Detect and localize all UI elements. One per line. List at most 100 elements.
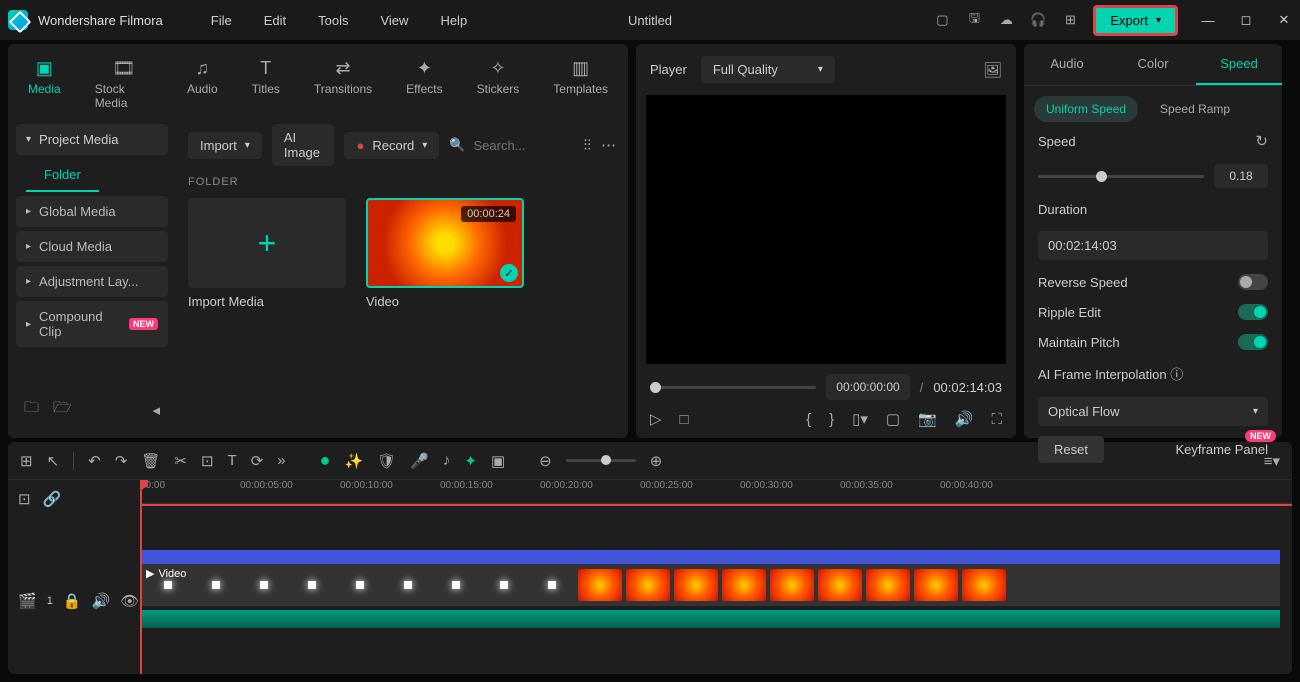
minimize-button[interactable]: — — [1200, 12, 1216, 28]
video-thumbnail[interactable]: 00:00:24 ✓ — [366, 198, 524, 288]
zoom-in-icon[interactable]: ⊕ — [650, 452, 663, 470]
cut-icon[interactable]: ✂ — [174, 452, 187, 470]
menu-help[interactable]: Help — [426, 7, 481, 34]
sidebar-adjustment-layer[interactable]: ▸Adjustment Lay... — [16, 266, 168, 297]
sidebar-project-media[interactable]: ▾Project Media — [16, 124, 168, 155]
display-icon[interactable]: ▢ — [886, 410, 900, 428]
record-dropdown[interactable]: ●Record▾ — [344, 132, 439, 159]
mute-icon[interactable]: 🔊 — [92, 592, 111, 610]
link-icon[interactable]: 🔗 — [43, 490, 62, 508]
speed-slider-thumb[interactable] — [1096, 171, 1107, 182]
sidebar-cloud-media[interactable]: ▸Cloud Media — [16, 231, 168, 262]
redo-icon[interactable]: ↷ — [115, 452, 128, 470]
zoom-thumb[interactable] — [601, 455, 611, 465]
tab-color-props[interactable]: Color — [1110, 44, 1196, 85]
menu-view[interactable]: View — [366, 7, 422, 34]
aspect-icon[interactable]: ▯▾ — [852, 410, 868, 428]
import-media-tile[interactable]: + — [188, 198, 346, 288]
maximize-button[interactable]: ◻ — [1238, 12, 1254, 28]
snapshot-icon[interactable]: 🖼 — [983, 61, 1002, 79]
headphones-icon[interactable]: 🎧 — [1029, 11, 1047, 29]
sidebar-compound-clip[interactable]: ▸Compound ClipNEW — [16, 301, 168, 347]
scrub-bar[interactable] — [650, 386, 816, 389]
tab-stickers[interactable]: ✧Stickers — [469, 52, 528, 116]
tab-transitions[interactable]: ⇄Transitions — [306, 52, 380, 116]
lock-icon[interactable]: 🔒 — [63, 592, 82, 610]
volume-icon[interactable]: 🔊 — [955, 410, 974, 428]
search-box[interactable]: 🔍 — [449, 137, 573, 153]
maintain-pitch-toggle[interactable] — [1238, 334, 1268, 350]
track-area[interactable]: ▶ Video — [140, 504, 1292, 674]
subtab-speed-ramp[interactable]: Speed Ramp — [1148, 96, 1242, 122]
cloud-icon[interactable]: ☁ — [997, 11, 1015, 29]
stop-button[interactable]: □ — [680, 411, 689, 428]
export-button[interactable]: Export ▾ — [1093, 5, 1178, 36]
speed-slider[interactable] — [1038, 175, 1204, 178]
new-folder-icon[interactable]: 🗀 — [24, 397, 39, 422]
tab-titles[interactable]: TTitles — [244, 52, 288, 116]
speed-icon[interactable]: ⟳ — [251, 452, 264, 470]
marker-icon[interactable]: ✦ — [464, 452, 477, 470]
reset-speed-icon[interactable]: ↻ — [1255, 132, 1268, 150]
ai-icon[interactable]: ● — [320, 450, 331, 471]
folder-icon[interactable]: 🗁 — [53, 397, 72, 422]
ai-interp-dropdown[interactable]: Optical Flow▾ — [1038, 397, 1268, 426]
menu-edit[interactable]: Edit — [250, 7, 300, 34]
tab-stock-media[interactable]: 🎞Stock Media — [87, 52, 161, 116]
delete-icon[interactable]: 🗑 — [141, 452, 160, 470]
video-track-icon[interactable]: 🎬 — [18, 592, 37, 610]
duration-input[interactable]: 00:02:14:03 — [1038, 231, 1268, 260]
reset-button[interactable]: Reset — [1038, 436, 1104, 463]
cursor-icon[interactable]: ↖ — [47, 452, 60, 470]
keyframe-icon[interactable]: ▣ — [491, 452, 505, 470]
mic-icon[interactable]: 🎤 — [410, 452, 429, 470]
monitor-icon[interactable]: ▢ — [933, 11, 951, 29]
zoom-out-icon[interactable]: ⊖ — [539, 452, 552, 470]
text-icon[interactable]: T — [228, 452, 237, 469]
mark-in-icon[interactable]: { — [806, 411, 811, 428]
grid-icon[interactable]: ⊞ — [20, 452, 33, 470]
music-icon[interactable]: ♪ — [443, 452, 451, 469]
reverse-speed-toggle[interactable] — [1238, 274, 1268, 290]
filter-icon[interactable]: ⫶⫶ — [583, 137, 591, 154]
save-icon[interactable]: 🖫 — [965, 11, 983, 29]
sparkle-icon[interactable]: ✨ — [344, 452, 363, 470]
audio-waveform[interactable] — [140, 610, 1280, 628]
more-tools-icon[interactable]: » — [277, 452, 285, 469]
tab-speed-props[interactable]: Speed — [1196, 44, 1282, 85]
preview-canvas[interactable] — [646, 95, 1006, 364]
shield-icon[interactable]: 🛡 — [377, 452, 396, 470]
scrub-thumb[interactable] — [650, 382, 661, 393]
more-icon[interactable]: ⋯ — [601, 136, 616, 154]
play-button[interactable]: ▷ — [650, 410, 662, 428]
close-button[interactable]: ✕ — [1276, 12, 1292, 28]
playhead[interactable] — [140, 480, 142, 674]
info-icon[interactable]: ⓘ — [1170, 367, 1183, 382]
visibility-icon[interactable]: 👁 — [120, 592, 139, 610]
speed-value[interactable]: 0.18 — [1214, 164, 1268, 188]
sidebar-folder[interactable]: Folder — [26, 159, 99, 192]
tab-templates[interactable]: ▥Templates — [545, 52, 616, 116]
menu-file[interactable]: File — [197, 7, 246, 34]
collapse-icon[interactable]: ◂ — [152, 401, 160, 419]
ripple-edit-toggle[interactable] — [1238, 304, 1268, 320]
tab-audio[interactable]: ♫Audio — [179, 52, 226, 116]
apps-icon[interactable]: ⊞ — [1061, 11, 1079, 29]
crop-icon[interactable]: ⊡ — [201, 452, 214, 470]
keyframe-panel-button[interactable]: NEW Keyframe Panel — [1176, 442, 1269, 457]
menu-tools[interactable]: Tools — [304, 7, 362, 34]
tab-effects[interactable]: ✦Effects — [398, 52, 450, 116]
fullscreen-icon[interactable]: ⛶ — [991, 411, 1002, 428]
search-input[interactable] — [473, 138, 573, 153]
zoom-slider[interactable] — [566, 459, 636, 462]
track-layout-icon[interactable]: ⊡ — [18, 490, 31, 508]
mark-out-icon[interactable]: } — [829, 411, 834, 428]
timeline-ruler[interactable]: 00:00 00:00:05:00 00:00:10:00 00:00:15:0… — [140, 480, 1292, 504]
ai-image-button[interactable]: AI Image — [272, 124, 335, 166]
undo-icon[interactable]: ↶ — [88, 452, 101, 470]
video-clip[interactable]: ▶ Video — [140, 550, 1280, 606]
tab-audio-props[interactable]: Audio — [1024, 44, 1110, 85]
quality-dropdown[interactable]: Full Quality▾ — [701, 56, 835, 83]
import-dropdown[interactable]: Import▾ — [188, 132, 262, 159]
tab-media[interactable]: ▣Media — [20, 52, 69, 116]
